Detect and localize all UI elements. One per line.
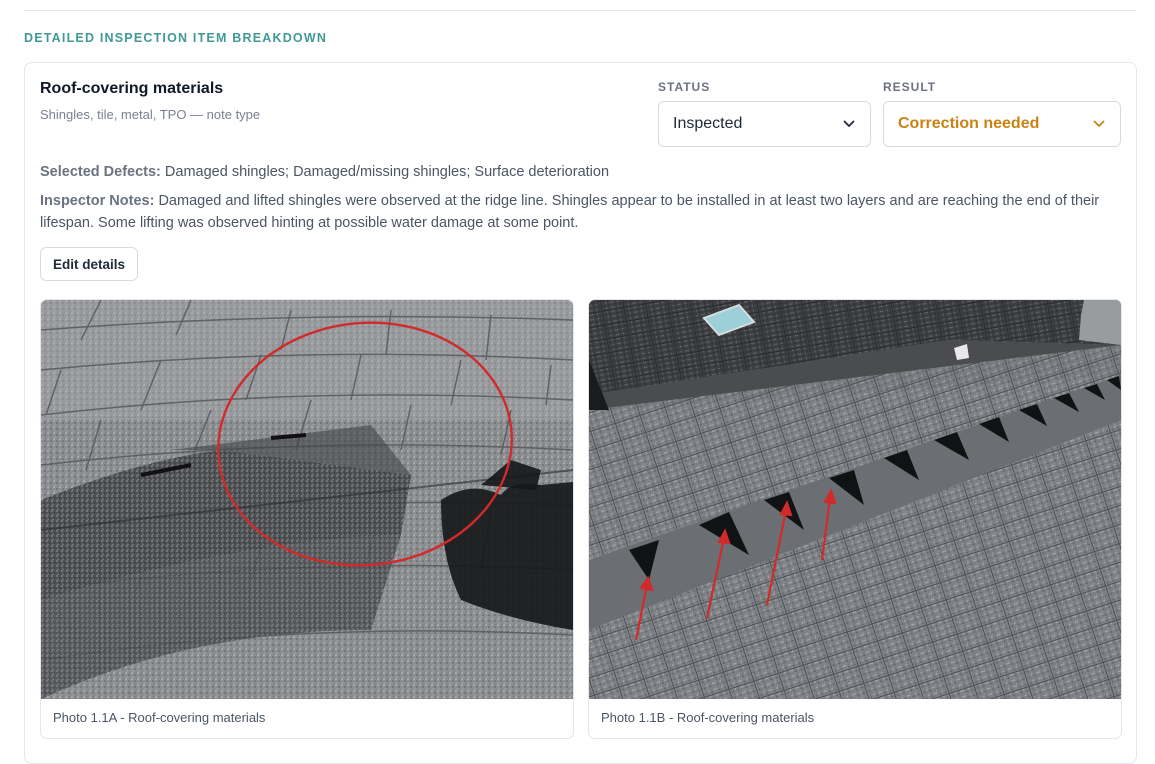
- result-value: Correction needed: [898, 115, 1040, 132]
- inspector-notes: Inspector Notes: Damaged and lifted shin…: [40, 190, 1125, 234]
- roof-photo-damaged-shingles[interactable]: [41, 300, 573, 699]
- chevron-down-icon: [1092, 117, 1106, 131]
- photo-card[interactable]: Photo 1.1A - Roof-covering materials: [40, 299, 574, 739]
- photo-caption: Photo 1.1B - Roof-covering materials: [601, 710, 815, 725]
- photo-card[interactable]: Photo 1.1B - Roof-covering materials: [588, 299, 1122, 739]
- defects-label: Selected Defects:: [40, 164, 161, 180]
- photo-caption: Photo 1.1A - Roof-covering materials: [53, 710, 266, 725]
- edit-details-button[interactable]: Edit details: [40, 247, 138, 281]
- selected-defects: Selected Defects: Damaged shingles; Dama…: [40, 164, 609, 180]
- inspection-item-card: Roof-covering materials Shingles, tile, …: [24, 62, 1137, 764]
- status-select[interactable]: Inspected: [658, 101, 871, 147]
- status-label: STATUS: [658, 80, 711, 94]
- top-divider: [24, 10, 1136, 11]
- notes-value: Damaged and lifted shingles were observe…: [40, 193, 1100, 231]
- section-heading: DETAILED INSPECTION ITEM BREAKDOWN: [24, 31, 328, 45]
- item-title: Roof-covering materials: [40, 80, 224, 97]
- defects-value: Damaged shingles; Damaged/missing shingl…: [164, 164, 610, 180]
- result-label: RESULT: [883, 80, 937, 94]
- status-value: Inspected: [673, 115, 743, 132]
- result-select[interactable]: Correction needed: [883, 101, 1121, 147]
- notes-label: Inspector Notes:: [40, 193, 155, 209]
- item-subtitle: Shingles, tile, metal, TPO — note type: [40, 107, 261, 122]
- chevron-down-icon: [842, 117, 856, 131]
- roof-photo-ridge-line[interactable]: [589, 300, 1121, 699]
